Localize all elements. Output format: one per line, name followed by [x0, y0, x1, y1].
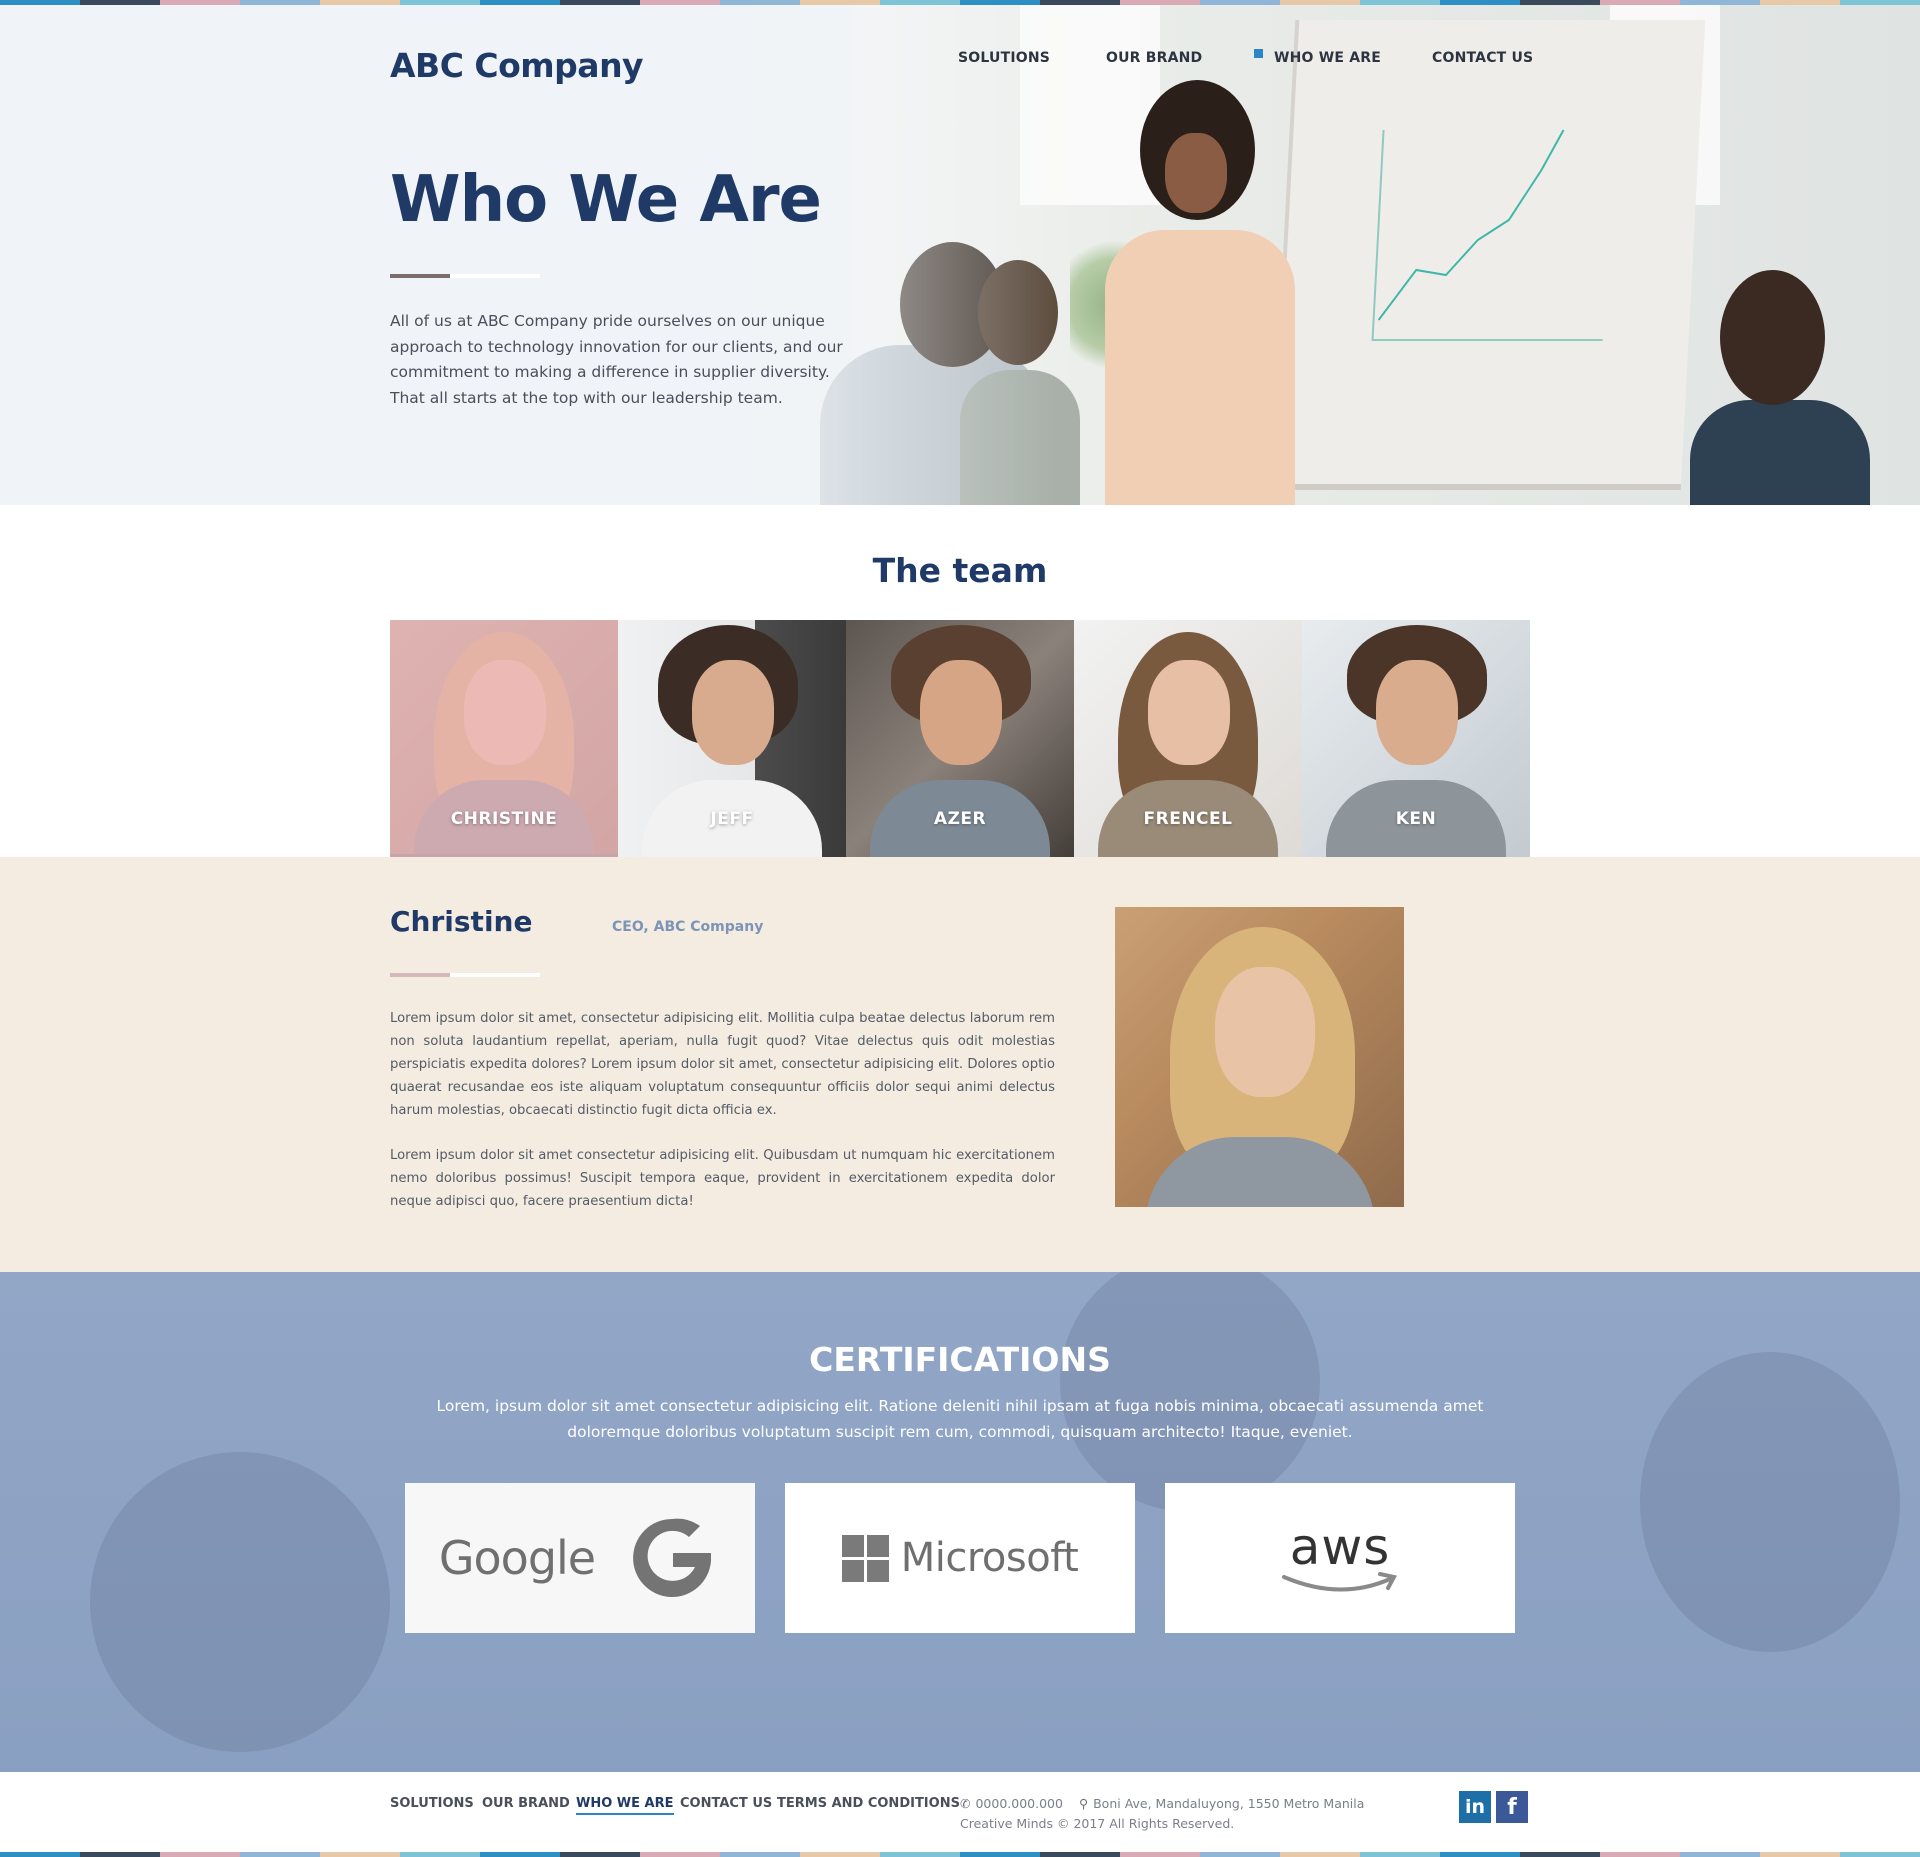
- stripe-segment: [1280, 1852, 1360, 1857]
- profile-role: CEO, ABC Company: [612, 919, 764, 935]
- certifications-section: CERTIFICATIONS Lorem, ipsum dolor sit am…: [0, 1272, 1920, 1772]
- title-underline: [390, 274, 450, 278]
- stripe-segment: [1360, 1852, 1440, 1857]
- brand-logo[interactable]: ABC Company: [390, 46, 644, 85]
- page-title: Who We Are: [390, 163, 822, 237]
- footer-address: Boni Ave, Mandaluyong, 1550 Metro Manila: [1093, 1796, 1365, 1811]
- footer-contact: ✆ 0000.000.000 ⚲ Boni Ave, Mandaluyong, 15…: [960, 1796, 1364, 1811]
- aws-wordmark: aws: [1289, 1518, 1391, 1576]
- profile-underline: [390, 973, 450, 977]
- certifications-heading: CERTIFICATIONS: [809, 1340, 1111, 1379]
- stripe-segment: [800, 1852, 880, 1857]
- stripe-segment: [240, 1852, 320, 1857]
- stripe-segment: [1680, 1852, 1760, 1857]
- footer-copyright: Creative Minds © 2017 All Rights Reserve…: [960, 1816, 1235, 1831]
- location-pin-icon: ⚲: [1078, 1796, 1089, 1811]
- footer-link-contact-us[interactable]: CONTACT US: [680, 1796, 772, 1811]
- bottom-color-stripe: [0, 1852, 1920, 1857]
- team-member-name: JEFF: [710, 809, 754, 829]
- stripe-segment: [0, 1852, 80, 1857]
- portrait-image: [920, 660, 1002, 765]
- profile-portrait-image: [1115, 907, 1404, 1207]
- nav-our-brand[interactable]: OUR BRAND: [1106, 50, 1202, 66]
- hero-section: ABC Company SOLUTIONS OUR BRAND WHO WE A…: [0, 5, 1920, 505]
- team-card-ken[interactable]: KEN: [1302, 620, 1530, 857]
- hero-overlay: [0, 5, 1920, 505]
- stripe-segment: [720, 1852, 800, 1857]
- team-member-name: AZER: [933, 809, 987, 829]
- active-nav-indicator: [1254, 49, 1263, 58]
- profile-underline: [450, 973, 540, 977]
- footer-phone: 0000.000.000: [975, 1796, 1063, 1811]
- microsoft-logo-card: Microsoft: [785, 1483, 1135, 1633]
- team-member-name: FRENCEL: [1143, 809, 1233, 829]
- portrait-image: [1148, 660, 1230, 765]
- google-wordmark: Google: [438, 1531, 596, 1585]
- stripe-segment: [1760, 1852, 1840, 1857]
- stripe-segment: [640, 1852, 720, 1857]
- background-decoration: [1640, 1352, 1900, 1652]
- stripe-segment: [400, 1852, 480, 1857]
- title-underline: [450, 274, 540, 278]
- stripe-segment: [320, 1852, 400, 1857]
- phone-icon: ✆: [960, 1796, 971, 1811]
- team-card-frencel[interactable]: FRENCEL: [1074, 620, 1302, 857]
- stripe-segment: [880, 1852, 960, 1857]
- amazon-smile-icon: [1282, 1572, 1398, 1592]
- stripe-segment: [1520, 1852, 1600, 1857]
- linkedin-icon[interactable]: in: [1459, 1791, 1491, 1823]
- stripe-segment: [560, 1852, 640, 1857]
- profile-name: Christine: [390, 905, 533, 938]
- stripe-segment: [960, 1852, 1040, 1857]
- footer-link-our-brand[interactable]: OUR BRAND: [482, 1796, 570, 1811]
- profile-section: Christine CEO, ABC Company Lorem ipsum d…: [0, 857, 1920, 1272]
- hero-intro-text: All of us at ABC Company pride ourselves…: [390, 312, 843, 407]
- footer-link-solutions[interactable]: SOLUTIONS: [390, 1796, 474, 1811]
- nav-solutions[interactable]: SOLUTIONS: [958, 50, 1050, 66]
- aws-logo-card: aws: [1165, 1483, 1515, 1633]
- team-list: CHRISTINE JEFF AZER FRENCEL KEN: [390, 620, 1530, 857]
- certifications-text: Lorem, ipsum dolor sit amet consectetur …: [436, 1397, 1484, 1441]
- stripe-segment: [1840, 1852, 1920, 1857]
- background-decoration: [90, 1452, 390, 1752]
- google-logo-card: Google: [405, 1483, 755, 1633]
- stripe-segment: [1200, 1852, 1280, 1857]
- stripe-segment: [1120, 1852, 1200, 1857]
- facebook-icon[interactable]: f: [1496, 1791, 1528, 1823]
- team-member-name: KEN: [1395, 809, 1437, 829]
- profile-paragraph: Lorem ipsum dolor sit amet, consectetur …: [390, 1011, 1055, 1118]
- stripe-segment: [1600, 1852, 1680, 1857]
- footer-link-who-we-are[interactable]: WHO WE ARE: [576, 1796, 674, 1815]
- stripe-segment: [480, 1852, 560, 1857]
- footer: SOLUTIONS OUR BRAND WHO WE ARE CONTACT U…: [0, 1772, 1920, 1852]
- profile-paragraph: Lorem ipsum dolor sit amet consectetur a…: [390, 1148, 1055, 1209]
- portrait-image: [692, 660, 774, 765]
- footer-link-terms[interactable]: TERMS AND CONDITIONS: [777, 1796, 960, 1811]
- team-card-azer[interactable]: AZER: [846, 620, 1074, 857]
- microsoft-grid-icon: [841, 1534, 889, 1582]
- stripe-segment: [160, 1852, 240, 1857]
- stripe-segment: [1040, 1852, 1120, 1857]
- portrait-image: [1376, 660, 1458, 765]
- google-g-icon: [633, 1518, 712, 1597]
- team-card-christine[interactable]: CHRISTINE: [390, 620, 618, 857]
- stripe-segment: [80, 1852, 160, 1857]
- stripe-segment: [1440, 1852, 1520, 1857]
- team-heading: The team: [872, 551, 1048, 590]
- team-card-jeff[interactable]: JEFF: [618, 620, 846, 857]
- nav-who-we-are[interactable]: WHO WE ARE: [1274, 50, 1381, 66]
- nav-contact-us[interactable]: CONTACT US: [1432, 50, 1533, 66]
- background-decoration: [1060, 1272, 1320, 1512]
- team-member-name: CHRISTINE: [450, 809, 558, 829]
- microsoft-wordmark: Microsoft: [900, 1535, 1079, 1581]
